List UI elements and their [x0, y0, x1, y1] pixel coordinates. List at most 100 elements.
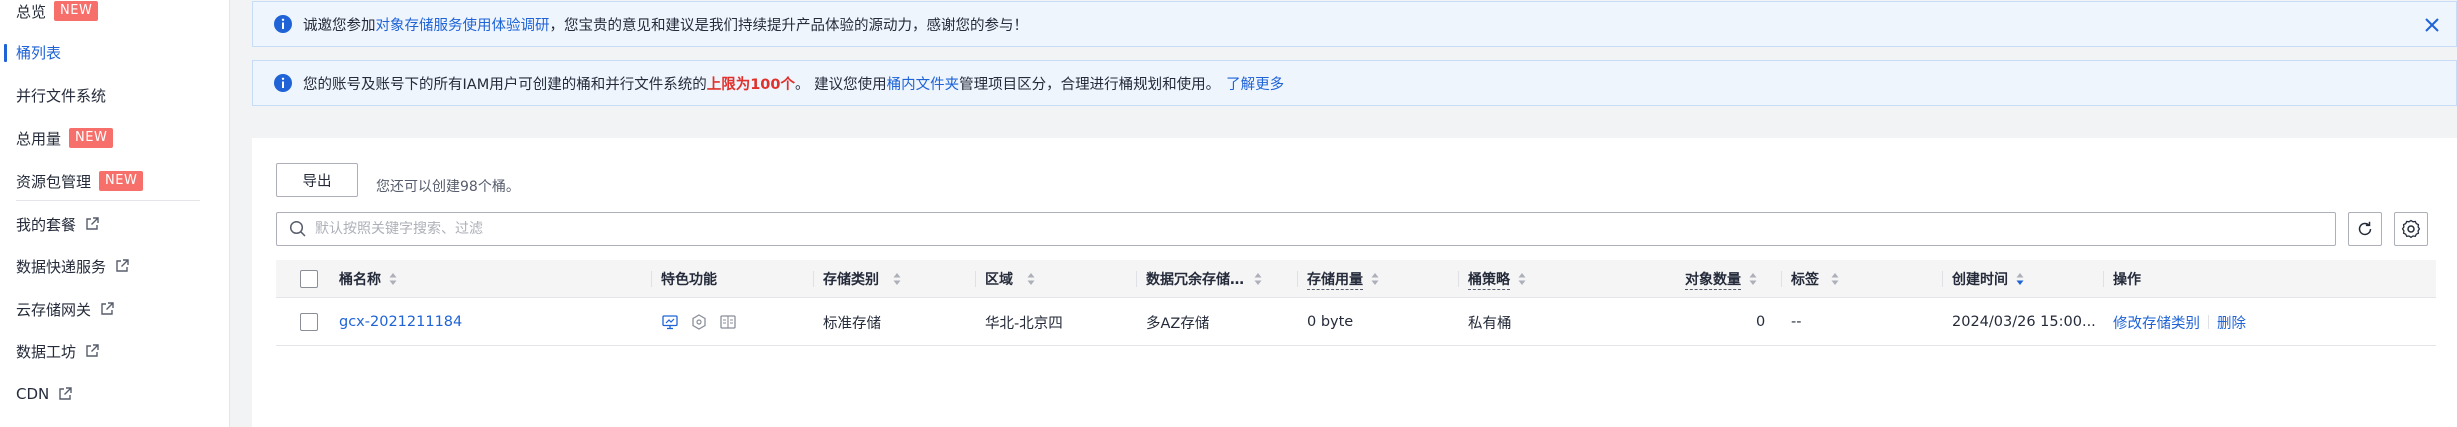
- column-separator: [1297, 271, 1298, 287]
- survey-notice: 诚邀您参加 对象存储服务使用体验调研 ，您宝贵的意见和建议是我们持续提升产品体验的源…: [252, 1, 2457, 47]
- region-cell: 华北-北京四: [985, 315, 1063, 332]
- document-icon[interactable]: [719, 313, 737, 331]
- action-separator: [2208, 315, 2209, 329]
- notice-text: 诚邀您参加: [303, 17, 376, 34]
- export-button[interactable]: 导出: [276, 163, 358, 197]
- usage-cell: 0 byte: [1307, 314, 1354, 330]
- column-header-object-count[interactable]: 对象数量: [1685, 260, 1757, 298]
- refresh-icon: [2358, 221, 2372, 236]
- sort-icon[interactable]: [893, 272, 901, 286]
- sort-icon[interactable]: [1749, 272, 1757, 286]
- bucket-name-link[interactable]: gcx-2021211184: [339, 298, 462, 346]
- sidebar-item-label: CDN: [16, 385, 50, 403]
- gear-icon: [2401, 219, 2421, 239]
- column-header-label: 桶策略: [1468, 269, 1510, 290]
- sort-icon[interactable]: [1518, 272, 1526, 286]
- row-checkbox[interactable]: [300, 313, 318, 331]
- notice-text: 您的账号及账号下的所有IAM用户可创建的桶和并行文件系统的: [303, 76, 707, 93]
- sort-icon[interactable]: [389, 272, 397, 286]
- column-header-label: 存储类别: [823, 272, 879, 288]
- column-header-features: 特色功能: [651, 260, 717, 298]
- column-separator: [1136, 271, 1137, 287]
- sidebar-item-label: 桶列表: [16, 43, 62, 62]
- quota-limit-highlight: 上限为100个: [706, 76, 795, 93]
- column-header-actions: 操作: [2103, 260, 2141, 298]
- monitor-icon[interactable]: [661, 313, 679, 331]
- search-icon: [289, 220, 306, 237]
- column-header-label: 操作: [2113, 272, 2141, 288]
- sidebar-divider: [16, 200, 200, 201]
- sidebar-item-parallel-fs[interactable]: 并行文件系统: [0, 81, 228, 109]
- external-link-icon: [59, 387, 72, 400]
- column-header-label: 特色功能: [661, 272, 717, 288]
- column-header-label: 桶名称: [339, 272, 381, 288]
- folder-link[interactable]: 桶内文件夹: [887, 73, 960, 94]
- survey-link[interactable]: 对象存储服务使用体验调研: [376, 14, 550, 35]
- column-header-label: 区域: [985, 272, 1013, 288]
- bucket-list-card: 导出 您还可以创建98个桶。 桶名称 特色功能: [252, 138, 2457, 427]
- select-all-checkbox[interactable]: [300, 270, 318, 288]
- sidebar-item-my-plans[interactable]: 我的套餐: [0, 210, 228, 238]
- sidebar-item-label: 资源包管理: [16, 172, 92, 191]
- page: 总览 NEW 桶列表 并行文件系统 总用量 NEW 资源包管理 NEW 我的套餐…: [0, 0, 2457, 427]
- column-header-redundancy[interactable]: 数据冗余存储…: [1136, 260, 1262, 298]
- column-header-label: 存储用量: [1307, 269, 1363, 290]
- info-icon: [274, 15, 292, 33]
- sidebar-item-label: 并行文件系统: [16, 86, 107, 105]
- sort-icon[interactable]: [1027, 272, 1035, 286]
- sidebar-item-bucket-list[interactable]: 桶列表: [0, 38, 228, 66]
- sidebar-item-resource-packages[interactable]: 资源包管理 NEW: [0, 167, 228, 195]
- sidebar-item-total-usage[interactable]: 总用量 NEW: [0, 124, 228, 152]
- policy-cell: 私有桶: [1468, 315, 1512, 332]
- new-badge: NEW: [54, 1, 99, 21]
- column-header-label: 标签: [1791, 272, 1819, 288]
- column-header-name[interactable]: 桶名称: [339, 260, 397, 298]
- close-icon[interactable]: [2422, 15, 2442, 35]
- table-row: gcx-2021211184 标准存储 华北-北京四 多AZ存储 0 byte …: [276, 298, 2436, 346]
- table-header: 桶名称 特色功能 存储类别 区域 数据冗余存储… 存储用量 桶策略 对象数量 标…: [276, 260, 2436, 298]
- external-link-icon: [86, 217, 99, 230]
- sidebar-item-data-express[interactable]: 数据快递服务: [0, 252, 228, 280]
- sort-icon[interactable]: [1254, 272, 1262, 286]
- sidebar-item-label: 总用量: [16, 129, 62, 148]
- sidebar-item-overview[interactable]: 总览 NEW: [0, 0, 228, 25]
- column-header-storage-class[interactable]: 存储类别: [813, 260, 901, 298]
- column-header-usage[interactable]: 存储用量: [1297, 260, 1379, 298]
- notice-text: 。 建议您使用: [795, 76, 887, 93]
- hexagon-icon[interactable]: [690, 313, 708, 331]
- external-link-icon: [101, 302, 114, 315]
- column-header-policy[interactable]: 桶策略: [1458, 260, 1526, 298]
- modify-storage-class-link[interactable]: 修改存储类别: [2113, 312, 2200, 333]
- select-all-cell: [300, 260, 318, 298]
- sidebar-item-cdn[interactable]: CDN: [0, 380, 228, 408]
- column-separator: [813, 271, 814, 287]
- column-separator: [2103, 271, 2104, 287]
- sidebar-item-label: 数据工坊: [16, 342, 77, 361]
- sidebar-item-label: 云存储网关: [16, 300, 92, 319]
- sidebar-item-storage-gateway[interactable]: 云存储网关: [0, 295, 228, 323]
- column-separator: [1942, 271, 1943, 287]
- column-header-tags[interactable]: 标签: [1781, 260, 1839, 298]
- search-input[interactable]: [315, 221, 2215, 237]
- column-separator: [975, 271, 976, 287]
- sidebar-item-label: 数据快递服务: [16, 257, 107, 276]
- column-separator: [1781, 271, 1782, 287]
- column-header-created[interactable]: 创建时间: [1942, 260, 2024, 298]
- delete-link[interactable]: 删除: [2217, 312, 2246, 333]
- search-box[interactable]: [276, 212, 2336, 246]
- column-header-label: 数据冗余存储…: [1146, 272, 1244, 288]
- object-count-cell: 0: [1756, 314, 1766, 330]
- column-header-region[interactable]: 区域: [975, 260, 1035, 298]
- sort-icon[interactable]: [1831, 272, 1839, 286]
- sidebar-item-data-workshop[interactable]: 数据工坊: [0, 337, 228, 365]
- sort-icon[interactable]: [1371, 272, 1379, 286]
- column-header-label: 创建时间: [1952, 272, 2008, 288]
- settings-button[interactable]: [2394, 212, 2428, 246]
- refresh-button[interactable]: [2348, 212, 2382, 246]
- sidebar-item-label: 总览: [16, 2, 47, 21]
- sort-desc-icon[interactable]: [2016, 272, 2024, 286]
- info-icon: [274, 74, 292, 92]
- storage-class-cell: 标准存储: [823, 315, 881, 332]
- learn-more-link[interactable]: 了解更多: [1226, 73, 1284, 94]
- row-select-cell: [300, 298, 318, 346]
